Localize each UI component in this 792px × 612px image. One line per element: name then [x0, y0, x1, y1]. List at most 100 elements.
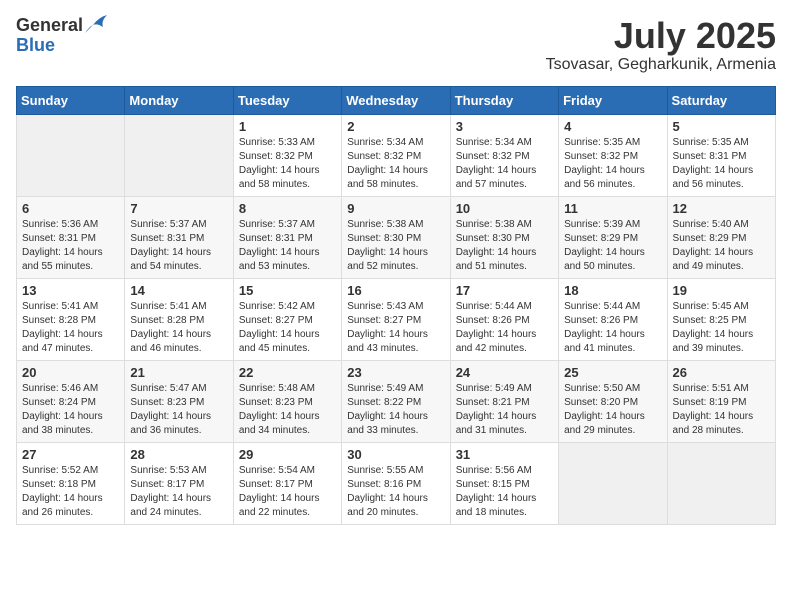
day-number: 29 [239, 447, 336, 462]
calendar-cell: 23 Sunrise: 5:49 AM Sunset: 8:22 PM Dayli… [342, 360, 450, 442]
calendar-cell: 13 Sunrise: 5:41 AM Sunset: 8:28 PM Dayli… [17, 278, 125, 360]
calendar-cell: 18 Sunrise: 5:44 AM Sunset: 8:26 PM Dayli… [559, 278, 667, 360]
calendar-cell: 16Sunrise: 5:43 AM Sunset: 8:27 PM Dayli… [342, 278, 450, 360]
calendar-cell: 26Sunrise: 5:51 AM Sunset: 8:19 PM Dayli… [667, 360, 775, 442]
cell-daylight-info: Sunrise: 5:33 AM Sunset: 8:32 PM Dayligh… [239, 136, 336, 192]
month-title: July 2025 [546, 16, 776, 56]
calendar-cell: 21Sunrise: 5:47 AM Sunset: 8:23 PM Dayli… [125, 360, 233, 442]
day-number: 20 [22, 365, 119, 380]
calendar-cell: 19 Sunrise: 5:45 AM Sunset: 8:25 PM Dayli… [667, 278, 775, 360]
cell-daylight-info: Sunrise: 5:55 AM Sunset: 8:16 PM Dayligh… [347, 464, 444, 520]
calendar-cell: 20 Sunrise: 5:46 AM Sunset: 8:24 PM Dayli… [17, 360, 125, 442]
day-number: 5 [673, 119, 770, 134]
day-number: 1 [239, 119, 336, 134]
calendar-cell: 6 Sunrise: 5:36 AM Sunset: 8:31 PM Daylig… [17, 196, 125, 278]
day-number: 10 [456, 201, 553, 216]
calendar-cell: 14 Sunrise: 5:41 AM Sunset: 8:28 PM Dayli… [125, 278, 233, 360]
cell-daylight-info: Sunrise: 5:44 AM Sunset: 8:26 PM Dayligh… [564, 300, 661, 356]
weekday-header-sunday: Sunday [17, 86, 125, 114]
cell-daylight-info: Sunrise: 5:35 AM Sunset: 8:32 PM Dayligh… [564, 136, 661, 192]
day-number: 31 [456, 447, 553, 462]
cell-daylight-info: Sunrise: 5:36 AM Sunset: 8:31 PM Dayligh… [22, 218, 119, 274]
logo-general-text: General [16, 16, 83, 36]
calendar-cell: 2 Sunrise: 5:34 AM Sunset: 8:32 PM Daylig… [342, 114, 450, 196]
day-number: 4 [564, 119, 661, 134]
location-title: Tsovasar, Gegharkunik, Armenia [546, 56, 776, 74]
day-number: 14 [130, 283, 227, 298]
calendar-cell: 15Sunrise: 5:42 AM Sunset: 8:27 PM Dayli… [233, 278, 341, 360]
calendar-cell: 10 Sunrise: 5:38 AM Sunset: 8:30 PM Dayli… [450, 196, 558, 278]
calendar-cell: 12Sunrise: 5:40 AM Sunset: 8:29 PM Dayli… [667, 196, 775, 278]
day-number: 26 [673, 365, 770, 380]
calendar-cell: 11 Sunrise: 5:39 AM Sunset: 8:29 PM Dayli… [559, 196, 667, 278]
calendar-cell: 9 Sunrise: 5:38 AM Sunset: 8:30 PM Daylig… [342, 196, 450, 278]
calendar-cell: 30Sunrise: 5:55 AM Sunset: 8:16 PM Dayli… [342, 442, 450, 524]
weekday-header-friday: Friday [559, 86, 667, 114]
cell-daylight-info: Sunrise: 5:52 AM Sunset: 8:18 PM Dayligh… [22, 464, 119, 520]
calendar-cell: 3Sunrise: 5:34 AM Sunset: 8:32 PM Daylig… [450, 114, 558, 196]
cell-daylight-info: Sunrise: 5:50 AM Sunset: 8:20 PM Dayligh… [564, 382, 661, 438]
day-number: 19 [673, 283, 770, 298]
calendar-cell [125, 114, 233, 196]
calendar-cell: 17 Sunrise: 5:44 AM Sunset: 8:26 PM Dayli… [450, 278, 558, 360]
cell-daylight-info: Sunrise: 5:39 AM Sunset: 8:29 PM Dayligh… [564, 218, 661, 274]
calendar-cell: 5 Sunrise: 5:35 AM Sunset: 8:31 PM Daylig… [667, 114, 775, 196]
calendar-week-row: 20 Sunrise: 5:46 AM Sunset: 8:24 PM Dayli… [17, 360, 776, 442]
cell-daylight-info: Sunrise: 5:41 AM Sunset: 8:28 PM Dayligh… [130, 300, 227, 356]
cell-daylight-info: Sunrise: 5:38 AM Sunset: 8:30 PM Dayligh… [347, 218, 444, 274]
day-number: 9 [347, 201, 444, 216]
title-block: July 2025 Tsovasar, Gegharkunik, Armenia [546, 16, 776, 74]
calendar-cell [17, 114, 125, 196]
day-number: 13 [22, 283, 119, 298]
day-number: 3 [456, 119, 553, 134]
cell-daylight-info: Sunrise: 5:56 AM Sunset: 8:15 PM Dayligh… [456, 464, 553, 520]
day-number: 7 [130, 201, 227, 216]
calendar-week-row: 27 Sunrise: 5:52 AM Sunset: 8:18 PM Dayli… [17, 442, 776, 524]
day-number: 11 [564, 201, 661, 216]
cell-daylight-info: Sunrise: 5:35 AM Sunset: 8:31 PM Dayligh… [673, 136, 770, 192]
day-number: 27 [22, 447, 119, 462]
cell-daylight-info: Sunrise: 5:44 AM Sunset: 8:26 PM Dayligh… [456, 300, 553, 356]
cell-daylight-info: Sunrise: 5:37 AM Sunset: 8:31 PM Dayligh… [239, 218, 336, 274]
day-number: 21 [130, 365, 227, 380]
logo: General Blue [16, 16, 107, 56]
day-number: 12 [673, 201, 770, 216]
cell-daylight-info: Sunrise: 5:54 AM Sunset: 8:17 PM Dayligh… [239, 464, 336, 520]
calendar-cell: 1 Sunrise: 5:33 AM Sunset: 8:32 PM Daylig… [233, 114, 341, 196]
cell-daylight-info: Sunrise: 5:53 AM Sunset: 8:17 PM Dayligh… [130, 464, 227, 520]
day-number: 6 [22, 201, 119, 216]
cell-daylight-info: Sunrise: 5:45 AM Sunset: 8:25 PM Dayligh… [673, 300, 770, 356]
cell-daylight-info: Sunrise: 5:43 AM Sunset: 8:27 PM Dayligh… [347, 300, 444, 356]
calendar-table: SundayMondayTuesdayWednesdayThursdayFrid… [16, 86, 776, 525]
calendar-week-row: 6 Sunrise: 5:36 AM Sunset: 8:31 PM Daylig… [17, 196, 776, 278]
calendar-cell [559, 442, 667, 524]
calendar-cell: 24 Sunrise: 5:49 AM Sunset: 8:21 PM Dayli… [450, 360, 558, 442]
cell-daylight-info: Sunrise: 5:46 AM Sunset: 8:24 PM Dayligh… [22, 382, 119, 438]
day-number: 28 [130, 447, 227, 462]
day-number: 2 [347, 119, 444, 134]
weekday-header-monday: Monday [125, 86, 233, 114]
day-number: 22 [239, 365, 336, 380]
weekday-header-row: SundayMondayTuesdayWednesdayThursdayFrid… [17, 86, 776, 114]
day-number: 18 [564, 283, 661, 298]
cell-daylight-info: Sunrise: 5:49 AM Sunset: 8:21 PM Dayligh… [456, 382, 553, 438]
cell-daylight-info: Sunrise: 5:41 AM Sunset: 8:28 PM Dayligh… [22, 300, 119, 356]
weekday-header-wednesday: Wednesday [342, 86, 450, 114]
day-number: 24 [456, 365, 553, 380]
calendar-cell: 25 Sunrise: 5:50 AM Sunset: 8:20 PM Dayli… [559, 360, 667, 442]
cell-daylight-info: Sunrise: 5:49 AM Sunset: 8:22 PM Dayligh… [347, 382, 444, 438]
day-number: 23 [347, 365, 444, 380]
day-number: 15 [239, 283, 336, 298]
cell-daylight-info: Sunrise: 5:38 AM Sunset: 8:30 PM Dayligh… [456, 218, 553, 274]
calendar-cell: 22Sunrise: 5:48 AM Sunset: 8:23 PM Dayli… [233, 360, 341, 442]
logo-blue-text: Blue [16, 36, 107, 56]
weekday-header-tuesday: Tuesday [233, 86, 341, 114]
day-number: 17 [456, 283, 553, 298]
weekday-header-saturday: Saturday [667, 86, 775, 114]
day-number: 25 [564, 365, 661, 380]
calendar-cell: 29 Sunrise: 5:54 AM Sunset: 8:17 PM Dayli… [233, 442, 341, 524]
cell-daylight-info: Sunrise: 5:34 AM Sunset: 8:32 PM Dayligh… [347, 136, 444, 192]
calendar-cell [667, 442, 775, 524]
cell-daylight-info: Sunrise: 5:37 AM Sunset: 8:31 PM Dayligh… [130, 218, 227, 274]
calendar-cell: 4 Sunrise: 5:35 AM Sunset: 8:32 PM Daylig… [559, 114, 667, 196]
